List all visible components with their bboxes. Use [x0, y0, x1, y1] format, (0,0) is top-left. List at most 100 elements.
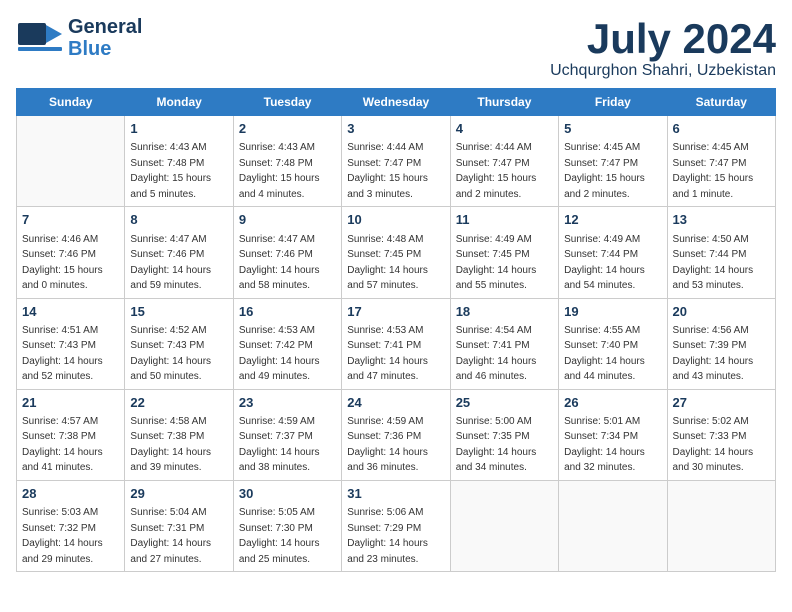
day-info: Sunrise: 4:53 AMSunset: 7:42 PMDaylight:… [239, 325, 320, 383]
day-info: Sunrise: 4:53 AMSunset: 7:41 PMDaylight:… [347, 325, 428, 383]
table-row: 16 Sunrise: 4:53 AMSunset: 7:42 PMDayligh… [233, 298, 341, 389]
day-number: 14 [22, 303, 119, 321]
table-row: 11Sunrise: 4:49 AMSunset: 7:45 PMDayligh… [450, 207, 558, 298]
day-number: 7 [22, 211, 119, 229]
day-info: Sunrise: 5:06 AMSunset: 7:29 PMDaylight:… [347, 507, 428, 565]
table-row: 22 Sunrise: 4:58 AMSunset: 7:38 PMDayligh… [125, 389, 233, 480]
col-monday: Monday [125, 89, 233, 116]
day-number: 12 [564, 211, 661, 229]
table-row [17, 116, 125, 207]
day-number: 4 [456, 120, 553, 138]
day-info: Sunrise: 4:49 AMSunset: 7:44 PMDaylight:… [564, 234, 645, 292]
day-info: Sunrise: 4:47 AMSunset: 7:46 PMDaylight:… [239, 234, 320, 292]
day-number: 15 [130, 303, 227, 321]
day-number: 31 [347, 485, 444, 503]
day-info: Sunrise: 5:04 AMSunset: 7:31 PMDaylight:… [130, 507, 211, 565]
day-number: 20 [673, 303, 770, 321]
table-row: 27Sunrise: 5:02 AMSunset: 7:33 PMDayligh… [667, 389, 775, 480]
day-info: Sunrise: 4:47 AMSunset: 7:46 PMDaylight:… [130, 234, 211, 292]
day-number: 24 [347, 394, 444, 412]
table-row: 30Sunrise: 5:05 AMSunset: 7:30 PMDayligh… [233, 480, 341, 571]
day-number: 5 [564, 120, 661, 138]
day-number: 1 [130, 120, 227, 138]
day-number: 16 [239, 303, 336, 321]
day-number: 9 [239, 211, 336, 229]
table-row: 10Sunrise: 4:48 AMSunset: 7:45 PMDayligh… [342, 207, 450, 298]
table-row: 1 Sunrise: 4:43 AMSunset: 7:48 PMDaylight… [125, 116, 233, 207]
day-number: 2 [239, 120, 336, 138]
table-row: 24 Sunrise: 4:59 AMSunset: 7:36 PMDayligh… [342, 389, 450, 480]
table-row: 6 Sunrise: 4:45 AMSunset: 7:47 PMDaylight… [667, 116, 775, 207]
table-row: 2 Sunrise: 4:43 AMSunset: 7:48 PMDaylight… [233, 116, 341, 207]
table-row: 26Sunrise: 5:01 AMSunset: 7:34 PMDayligh… [559, 389, 667, 480]
month-title: July 2024 [550, 16, 776, 62]
title-block: July 2024 Uchqurghon Shahri, Uzbekistan [550, 16, 776, 80]
table-row: 31 Sunrise: 5:06 AMSunset: 7:29 PMDayligh… [342, 480, 450, 571]
day-info: Sunrise: 4:50 AMSunset: 7:44 PMDaylight:… [673, 234, 754, 292]
col-saturday: Saturday [667, 89, 775, 116]
day-number: 3 [347, 120, 444, 138]
table-row: 4 Sunrise: 4:44 AMSunset: 7:47 PMDaylight… [450, 116, 558, 207]
day-info: Sunrise: 4:43 AMSunset: 7:48 PMDaylight:… [130, 142, 211, 200]
day-info: Sunrise: 4:55 AMSunset: 7:40 PMDaylight:… [564, 325, 645, 383]
page-header: General Blue July 2024 Uchqurghon Shahri… [16, 16, 776, 80]
day-info: Sunrise: 4:44 AMSunset: 7:47 PMDaylight:… [456, 142, 537, 200]
day-number: 23 [239, 394, 336, 412]
calendar-week-row: 21Sunrise: 4:57 AMSunset: 7:38 PMDayligh… [17, 389, 776, 480]
col-sunday: Sunday [17, 89, 125, 116]
table-row: 5 Sunrise: 4:45 AMSunset: 7:47 PMDaylight… [559, 116, 667, 207]
table-row: 28 Sunrise: 5:03 AMSunset: 7:32 PMDayligh… [17, 480, 125, 571]
table-row: 7 Sunrise: 4:46 AMSunset: 7:46 PMDaylight… [17, 207, 125, 298]
day-info: Sunrise: 5:03 AMSunset: 7:32 PMDaylight:… [22, 507, 103, 565]
calendar-week-row: 14Sunrise: 4:51 AMSunset: 7:43 PMDayligh… [17, 298, 776, 389]
table-row: 3Sunrise: 4:44 AMSunset: 7:47 PMDaylight… [342, 116, 450, 207]
col-tuesday: Tuesday [233, 89, 341, 116]
table-row [450, 480, 558, 571]
day-number: 22 [130, 394, 227, 412]
day-info: Sunrise: 4:59 AMSunset: 7:37 PMDaylight:… [239, 416, 320, 474]
calendar-week-row: 1 Sunrise: 4:43 AMSunset: 7:48 PMDaylight… [17, 116, 776, 207]
day-number: 18 [456, 303, 553, 321]
table-row: 18 Sunrise: 4:54 AMSunset: 7:41 PMDayligh… [450, 298, 558, 389]
logo: General Blue [16, 16, 142, 60]
day-info: Sunrise: 4:45 AMSunset: 7:47 PMDaylight:… [673, 142, 754, 200]
day-info: Sunrise: 4:52 AMSunset: 7:43 PMDaylight:… [130, 325, 211, 383]
day-number: 11 [456, 211, 553, 229]
day-info: Sunrise: 4:45 AMSunset: 7:47 PMDaylight:… [564, 142, 645, 200]
day-info: Sunrise: 5:00 AMSunset: 7:35 PMDaylight:… [456, 416, 537, 474]
table-row: 12 Sunrise: 4:49 AMSunset: 7:44 PMDayligh… [559, 207, 667, 298]
day-info: Sunrise: 4:59 AMSunset: 7:36 PMDaylight:… [347, 416, 428, 474]
col-thursday: Thursday [450, 89, 558, 116]
day-number: 13 [673, 211, 770, 229]
day-number: 19 [564, 303, 661, 321]
day-number: 17 [347, 303, 444, 321]
day-info: Sunrise: 4:54 AMSunset: 7:41 PMDaylight:… [456, 325, 537, 383]
calendar-table: Sunday Monday Tuesday Wednesday Thursday… [16, 88, 776, 572]
table-row: 17 Sunrise: 4:53 AMSunset: 7:41 PMDayligh… [342, 298, 450, 389]
logo-blue: Blue [68, 38, 111, 60]
calendar-header-row: Sunday Monday Tuesday Wednesday Thursday… [17, 89, 776, 116]
day-info: Sunrise: 4:43 AMSunset: 7:48 PMDaylight:… [239, 142, 320, 200]
day-number: 29 [130, 485, 227, 503]
table-row: 20 Sunrise: 4:56 AMSunset: 7:39 PMDayligh… [667, 298, 775, 389]
table-row [667, 480, 775, 571]
day-info: Sunrise: 5:02 AMSunset: 7:33 PMDaylight:… [673, 416, 754, 474]
logo-general: General [68, 16, 142, 38]
table-row: 25 Sunrise: 5:00 AMSunset: 7:35 PMDayligh… [450, 389, 558, 480]
day-info: Sunrise: 4:46 AMSunset: 7:46 PMDaylight:… [22, 234, 103, 292]
table-row [559, 480, 667, 571]
table-row: 15 Sunrise: 4:52 AMSunset: 7:43 PMDayligh… [125, 298, 233, 389]
table-row: 29 Sunrise: 5:04 AMSunset: 7:31 PMDayligh… [125, 480, 233, 571]
table-row: 9 Sunrise: 4:47 AMSunset: 7:46 PMDaylight… [233, 207, 341, 298]
table-row: 8Sunrise: 4:47 AMSunset: 7:46 PMDaylight… [125, 207, 233, 298]
table-row: 19 Sunrise: 4:55 AMSunset: 7:40 PMDayligh… [559, 298, 667, 389]
day-info: Sunrise: 4:57 AMSunset: 7:38 PMDaylight:… [22, 416, 103, 474]
day-number: 25 [456, 394, 553, 412]
col-wednesday: Wednesday [342, 89, 450, 116]
location: Uchqurghon Shahri, Uzbekistan [550, 62, 776, 80]
day-number: 28 [22, 485, 119, 503]
day-info: Sunrise: 4:56 AMSunset: 7:39 PMDaylight:… [673, 325, 754, 383]
calendar-week-row: 28 Sunrise: 5:03 AMSunset: 7:32 PMDayligh… [17, 480, 776, 571]
day-info: Sunrise: 4:58 AMSunset: 7:38 PMDaylight:… [130, 416, 211, 474]
day-number: 6 [673, 120, 770, 138]
